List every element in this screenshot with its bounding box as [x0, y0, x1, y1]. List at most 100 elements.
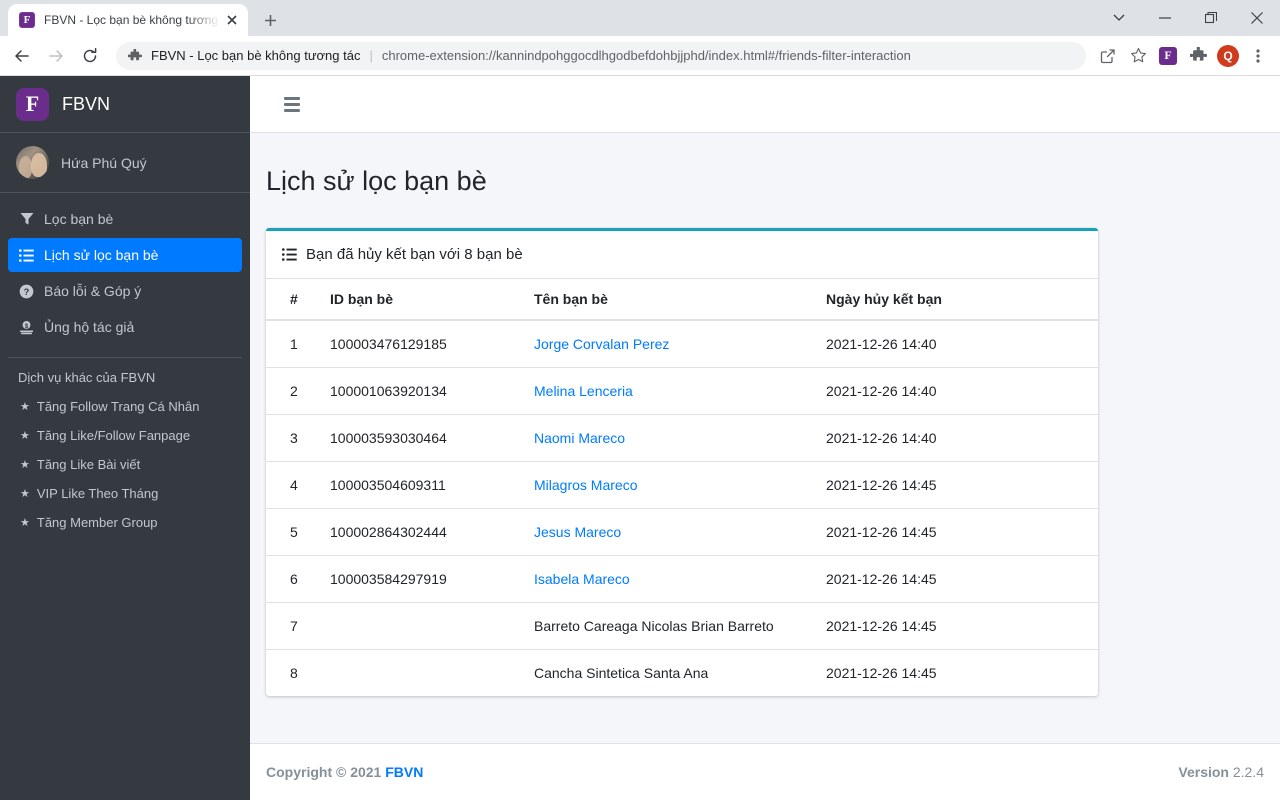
- svg-text:?: ?: [24, 287, 30, 297]
- cell-index: 4: [266, 461, 322, 509]
- unfriend-history-table: # ID bạn bè Tên bạn bè Ngày hủy kết bạn …: [266, 279, 1098, 696]
- sidebar-service-tang-follow-trang-ca-nhan[interactable]: ★ Tăng Follow Trang Cá Nhân: [0, 392, 250, 421]
- avatar: [16, 146, 49, 179]
- services-list: ★ Tăng Follow Trang Cá Nhân ★ Tăng Like/…: [0, 392, 250, 537]
- sidebar-item-bao-loi-gop-y[interactable]: ? Báo lỗi & Góp ý: [8, 274, 242, 308]
- address-bar[interactable]: FBVN - Lọc bạn bè không tương tác | chro…: [116, 41, 1086, 70]
- card-header: Bạn đã hủy kết bạn với 8 bạn bè: [266, 231, 1098, 279]
- list-ul-icon: [282, 248, 297, 261]
- friend-profile-link[interactable]: Melina Lenceria: [534, 383, 633, 399]
- friend-profile-link[interactable]: Milagros Mareco: [534, 477, 637, 493]
- cell-friend-id: 100003476129185: [330, 336, 447, 352]
- sidebar-item-loc-ban-be[interactable]: Lọc bạn bè: [8, 202, 242, 236]
- star-icon: ★: [20, 517, 30, 529]
- cell-unfriend-date: 2021-12-26 14:45: [818, 555, 1098, 603]
- new-tab-button[interactable]: [256, 6, 284, 34]
- sidebar-item-label: Lọc bạn bè: [44, 211, 114, 227]
- tab-close-icon[interactable]: [224, 12, 240, 28]
- sidebar-service-tang-member-group[interactable]: ★ Tăng Member Group: [0, 508, 250, 537]
- friend-profile-link[interactable]: Isabela Mareco: [534, 571, 630, 587]
- user-panel[interactable]: Hứa Phú Quý: [0, 133, 250, 193]
- table-body: 1 100003476129185 Jorge Corvalan Perez 2…: [266, 320, 1098, 696]
- column-header-friend-name: Tên bạn bè: [526, 279, 818, 321]
- cell-friend-id: 100003504609311: [322, 461, 526, 509]
- cell-unfriend-date: 2021-12-26 14:40: [818, 367, 1098, 415]
- column-header-friend-id: ID bạn bè: [322, 279, 526, 321]
- reload-icon[interactable]: [76, 42, 104, 70]
- sidebar-service-tang-like-follow-fanpage[interactable]: ★ Tăng Like/Follow Fanpage: [0, 421, 250, 450]
- sidebar-service-tang-like-bai-viet[interactable]: ★ Tăng Like Bài viết: [0, 450, 250, 479]
- extensions-puzzle-icon[interactable]: [1184, 42, 1212, 70]
- user-name: Hứa Phú Quý: [61, 154, 147, 171]
- hamburger-icon[interactable]: [275, 87, 309, 121]
- sidebar: F FBVN Hứa Phú Quý Lọc bạn bè Lịch sử lọ…: [0, 76, 250, 800]
- cell-index: 5: [266, 508, 322, 556]
- browser-tab[interactable]: F FBVN - Lọc bạn bè không tương tác: [8, 4, 248, 36]
- friend-profile-link[interactable]: Jesus Mareco: [534, 524, 621, 540]
- cell-friend-name[interactable]: Jesus Mareco: [526, 508, 818, 556]
- omnibox-separator: |: [369, 48, 373, 63]
- brand-name: FBVN: [62, 93, 111, 114]
- tab-strip: F FBVN - Lọc bạn bè không tương tác: [0, 0, 1280, 36]
- version-label: Version: [1178, 764, 1233, 780]
- sidebar-item-label: Lịch sử lọc bạn bè: [44, 247, 159, 263]
- top-navbar: [250, 76, 1280, 133]
- services-section-header: Dịch vụ khác của FBVN: [18, 370, 156, 385]
- cell-index: 7: [266, 602, 322, 650]
- cell-unfriend-date: 2021-12-26 14:45: [818, 649, 1098, 696]
- friend-profile-link[interactable]: Jorge Corvalan Perez: [534, 336, 669, 352]
- close-window-icon[interactable]: [1234, 2, 1280, 34]
- cell-friend-id: 100003584297919: [322, 555, 526, 603]
- donate-icon: $: [18, 320, 35, 335]
- sidebar-service-label: Tăng Follow Trang Cá Nhân: [36, 399, 200, 414]
- minimize-icon[interactable]: [1142, 2, 1188, 34]
- cell-friend-name[interactable]: Isabela Mareco: [526, 555, 818, 603]
- cell-index: 2: [266, 367, 322, 415]
- window-controls: [1096, 0, 1280, 36]
- cell-friend-name[interactable]: Jorge Corvalan Perez: [526, 320, 818, 368]
- card-title-text: Bạn đã hủy kết bạn với 8 bạn bè: [306, 246, 523, 263]
- cell-friend-id: 100003593030464: [322, 414, 526, 462]
- share-icon[interactable]: [1094, 42, 1122, 70]
- question-circle-icon: ?: [18, 284, 35, 299]
- omnibox-url: chrome-extension://kannindpohggocdlhgodb…: [381, 48, 911, 63]
- cell-friend-name[interactable]: Melina Lenceria: [526, 367, 818, 415]
- cell-friend-id: [322, 649, 526, 696]
- table-row: 7 Barreto Careaga Nicolas Brian Barreto …: [266, 602, 1098, 650]
- cell-friend-name[interactable]: Milagros Mareco: [526, 461, 818, 509]
- forward-icon[interactable]: [42, 42, 70, 70]
- friend-profile-link[interactable]: Naomi Mareco: [534, 430, 625, 446]
- cell-unfriend-date: 2021-12-26 14:45: [818, 602, 1098, 650]
- back-icon[interactable]: [8, 42, 36, 70]
- sidebar-item-label: Báo lỗi & Góp ý: [44, 283, 142, 299]
- table-row: 3 100003593030464 Naomi Mareco 2021-12-2…: [266, 414, 1098, 462]
- site-puzzle-piece-icon: [128, 48, 142, 63]
- cell-unfriend-date: 2021-12-26 14:40: [818, 414, 1098, 462]
- table-header-row: # ID bạn bè Tên bạn bè Ngày hủy kết bạn: [266, 279, 1098, 321]
- table-row: 6 100003584297919 Isabela Mareco 2021-12…: [266, 555, 1098, 603]
- page-title: Lịch sử lọc bạn bè: [266, 166, 487, 196]
- bookmark-star-icon[interactable]: [1124, 42, 1152, 70]
- maximize-icon[interactable]: [1188, 2, 1234, 34]
- footer-brand-link[interactable]: FBVN: [385, 764, 423, 780]
- tab-search-chevron-down-icon[interactable]: [1096, 2, 1142, 34]
- fbvn-extension-icon[interactable]: F: [1154, 42, 1182, 70]
- table-head: # ID bạn bè Tên bạn bè Ngày hủy kết bạn: [266, 279, 1098, 321]
- cell-unfriend-date: 2021-12-26 14:45: [818, 461, 1098, 509]
- list-icon: [18, 248, 35, 262]
- sidebar-service-label: Tăng Like/Follow Fanpage: [36, 428, 191, 443]
- omnibox-extension-name: FBVN - Lọc bạn bè không tương tác: [151, 48, 361, 63]
- sidebar-service-vip-like-theo-thang[interactable]: ★ VIP Like Theo Tháng: [0, 479, 250, 508]
- table-row: 4 100003504609311 Milagros Mareco 2021-1…: [266, 461, 1098, 509]
- cell-index: 6: [266, 555, 322, 603]
- sidebar-item-ung-ho-tac-gia[interactable]: $ Ủng hộ tác giả: [8, 310, 242, 344]
- cell-friend-name[interactable]: Naomi Mareco: [526, 414, 818, 462]
- version-info: Version 2.2.4: [1178, 764, 1264, 780]
- sidebar-item-lich-su-loc-ban-be[interactable]: Lịch sử lọc bạn bè: [8, 238, 242, 272]
- more-menu-icon[interactable]: [1244, 42, 1272, 70]
- copyright: Copyright © 2021 FBVN: [266, 764, 423, 780]
- tab-favicon-icon: F: [19, 12, 35, 28]
- sidebar-brand[interactable]: F FBVN: [0, 76, 250, 133]
- profile-avatar[interactable]: Q: [1214, 42, 1242, 70]
- column-header-unfriend-date: Ngày hủy kết bạn: [818, 279, 1098, 321]
